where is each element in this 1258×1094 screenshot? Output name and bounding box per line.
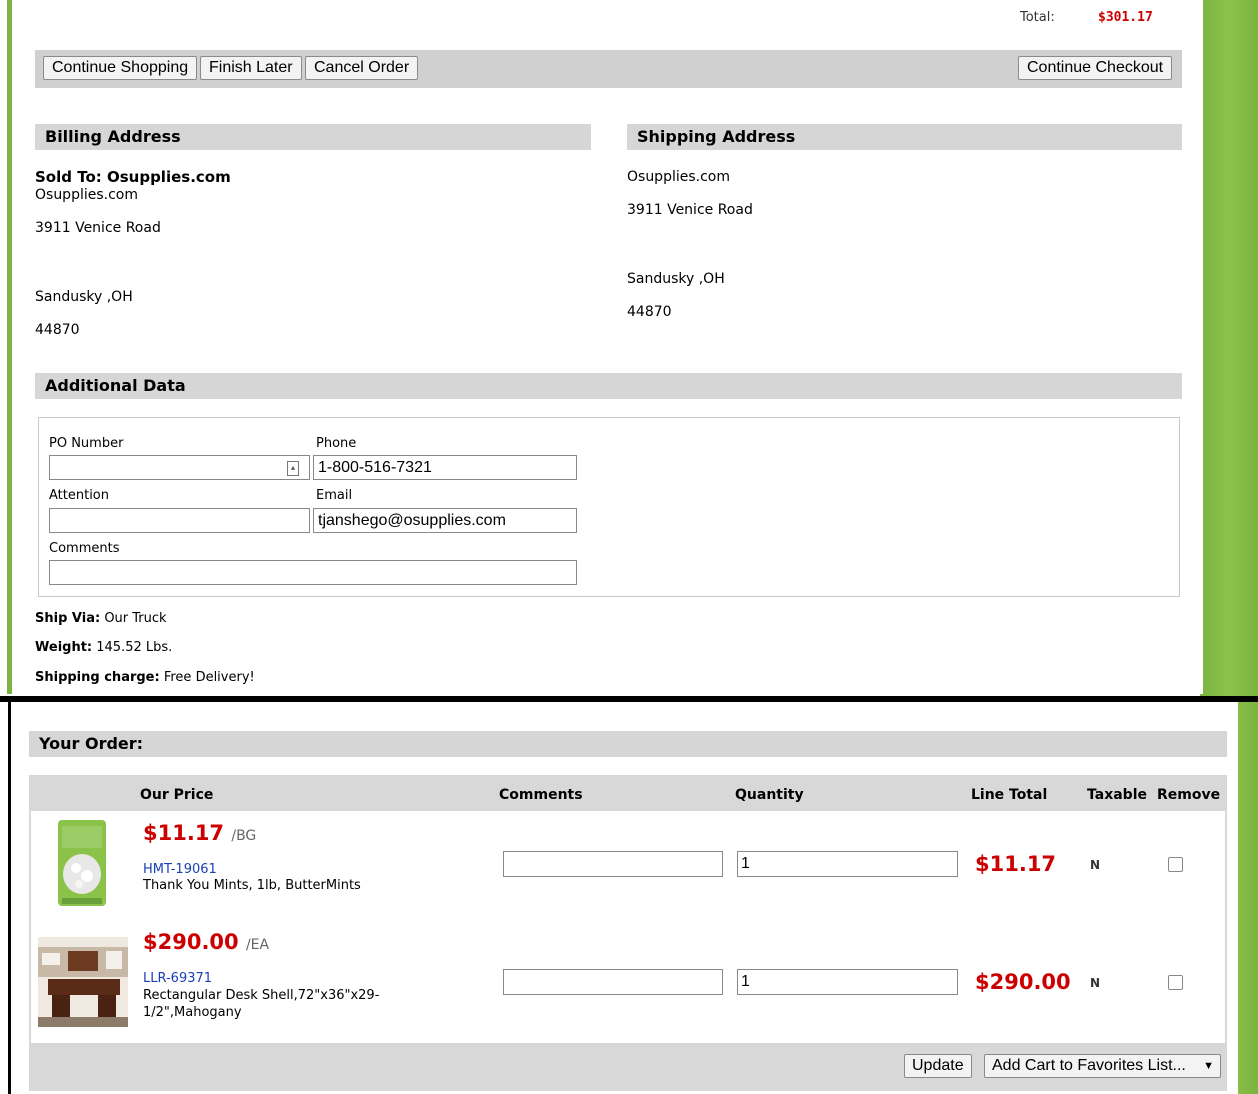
email-label: Email [316,488,353,503]
item-taxable: N [1090,976,1101,990]
item-taxable: N [1090,858,1101,872]
checkout-toolbar: Continue Shopping Finish Later Cancel Or… [35,50,1182,88]
billing-sold-to: Sold To: Osupplies.com [35,168,231,186]
finish-later-button[interactable]: Finish Later [200,56,302,80]
shipping-name: Osupplies.com [627,169,730,185]
ship-via: Ship Via: Our Truck [35,611,167,626]
product-image-desk[interactable] [38,937,128,1027]
shipping-zip: 44870 [627,304,672,320]
weight-value: 145.52 Lbs. [96,640,173,655]
phone-input[interactable]: 1-800-516-7321 [313,455,577,480]
additional-data-header: Additional Data [35,373,1182,399]
col-remove: Remove [1157,787,1221,803]
shipping-city-state: Sandusky ,OH [627,271,725,287]
item-price-value: $11.17 [143,821,225,845]
attention-input[interactable] [49,508,310,533]
billing-address-header: Billing Address [35,124,591,150]
email-input[interactable]: tjanshego@osupplies.com [313,508,577,533]
po-number-label: PO Number [49,436,124,451]
keyboard-icon: ▴ [287,461,299,476]
comments-label: Comments [49,541,120,556]
item-description: Thank You Mints, 1lb, ButterMints [143,878,361,893]
item-sku-link[interactable]: HMT-19061 [143,862,217,877]
shipping-street: 3911 Venice Road [627,202,753,218]
item-price-value: $290.00 [143,930,239,954]
billing-city-state: Sandusky ,OH [35,289,133,305]
total-label: Total: [1020,10,1055,25]
billing-zip: 44870 [35,322,80,338]
favorites-list-select[interactable]: Add Cart to Favorites List... ▼ [984,1054,1221,1078]
order-total: Total: $301.17 [1020,10,1153,25]
col-comments: Comments [499,787,583,803]
favorites-list-value: Add Cart to Favorites List... [992,1057,1186,1074]
shipping-charge: Shipping charge: Free Delivery! [35,670,255,685]
item-price: $290.00 /EA [143,930,269,954]
item-comment-input[interactable] [503,851,723,877]
item-quantity-input[interactable]: 1 [737,851,958,877]
col-quantity: Quantity [735,787,804,803]
item-remove-checkbox[interactable] [1168,857,1183,872]
item-unit: /EA [245,937,270,953]
chevron-down-icon: ▼ [1203,1060,1214,1072]
item-comment-input[interactable] [503,969,723,995]
continue-checkout-button[interactable]: Continue Checkout [1018,56,1173,80]
weight-label: Weight: [35,640,93,655]
ship-via-label: Ship Via: [35,611,101,626]
item-description-line-1: Rectangular Desk Shell,72"x36"x29- [143,988,380,1003]
phone-label: Phone [316,436,357,451]
ship-via-value: Our Truck [104,611,167,626]
item-description-line-2: 1/2",Mahogany [143,1005,242,1020]
billing-name: Osupplies.com [35,187,138,203]
your-order-header: Your Order: [29,731,1227,757]
item-unit: /BG [231,828,257,844]
shipping-charge-value: Free Delivery! [163,670,255,685]
comments-input[interactable] [49,560,577,585]
update-button[interactable]: Update [904,1054,972,1078]
shipping-charge-label: Shipping charge: [35,670,160,685]
item-remove-checkbox[interactable] [1168,975,1183,990]
item-sku-link[interactable]: LLR-69371 [143,971,212,986]
col-our-price: Our Price [140,787,214,803]
continue-shopping-button[interactable]: Continue Shopping [43,56,198,80]
billing-street: 3911 Venice Road [35,220,161,236]
item-quantity-input[interactable]: 1 [737,969,958,995]
total-value: $301.17 [1098,10,1153,25]
item-price: $11.17 /BG [143,821,256,845]
col-taxable: Taxable [1087,787,1147,803]
shipping-address-header: Shipping Address [627,124,1182,150]
cancel-order-button[interactable]: Cancel Order [305,56,419,80]
item-line-total: $290.00 [975,970,1071,994]
weight: Weight: 145.52 Lbs. [35,640,172,655]
item-line-total: $11.17 [975,852,1057,876]
po-number-input[interactable]: ▴ [49,455,310,480]
product-image-mints[interactable] [54,818,110,908]
attention-label: Attention [49,488,109,503]
col-line-total: Line Total [971,787,1048,803]
